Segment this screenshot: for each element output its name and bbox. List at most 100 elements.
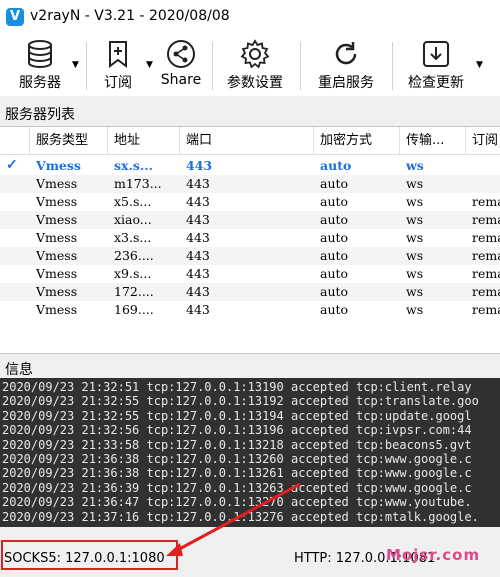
server-cell-type: Vmess	[36, 212, 78, 227]
server-cell-type: Vmess	[36, 230, 78, 245]
server-cell-address: x5.s...	[114, 194, 152, 209]
column-header-subscription[interactable]: 订阅	[466, 127, 500, 154]
server-cell-security: auto	[320, 230, 349, 245]
log-line: 2020/09/23 21:32:55 tcp:127.0.0.1:13192 …	[2, 394, 479, 409]
share-button[interactable]: Share	[156, 34, 206, 96]
server-cell-sub: rema	[472, 194, 500, 209]
server-row[interactable]: Vmess x9.s... 443 auto ws rema	[0, 265, 500, 283]
download-icon	[423, 41, 449, 67]
column-header-type[interactable]: 服务类型	[30, 127, 108, 154]
server-cell-network: ws	[406, 230, 424, 245]
server-cell-network: ws	[406, 158, 424, 173]
log-line: 2020/09/23 21:37:16 tcp:127.0.0.1:13276 …	[2, 509, 479, 524]
server-cell-address: x9.s...	[114, 266, 152, 281]
server-cell-security: auto	[320, 248, 349, 263]
server-cell-network: ws	[406, 266, 424, 281]
subscribe-button[interactable]: 订阅 ▼	[92, 34, 153, 96]
server-cell-sub: rema	[472, 284, 500, 299]
highlight-box	[1, 540, 178, 570]
server-cell-network: ws	[406, 194, 424, 209]
app-logo-icon: V	[6, 8, 24, 26]
log-panel[interactable]: 2020/09/23 21:32:51 tcp:127.0.0.1:13190 …	[0, 378, 500, 527]
server-row[interactable]: Vmess 172.... 443 auto ws rema	[0, 283, 500, 301]
server-cell-port: 443	[186, 212, 210, 227]
server-cell-sub: rema	[472, 230, 500, 245]
server-cell-network: ws	[406, 284, 424, 299]
server-list[interactable]: 服务类型 地址 端口 加密方式 传输... 订阅 ✓ Vmess sx.s... 44…	[0, 126, 500, 354]
restart-service-label: 重启服务	[318, 75, 374, 91]
server-cell-port: 443	[186, 176, 210, 191]
log-line: 2020/09/23 21:36:39 tcp:127.0.0.1:13263 …	[2, 480, 472, 495]
server-cell-sub: rema	[472, 248, 500, 263]
log-line: 2020/09/23 21:36:47 tcp:127.0.0.1:13270 …	[2, 495, 472, 510]
server-cell-port: 443	[186, 158, 213, 173]
column-header-check[interactable]	[0, 127, 30, 154]
refresh-icon	[335, 42, 357, 65]
column-header-port[interactable]: 端口	[180, 127, 314, 154]
log-line: 2020/09/23 21:32:56 tcp:127.0.0.1:13196 …	[2, 423, 472, 438]
server-cell-type: Vmess	[36, 248, 78, 263]
server-cell-security: auto	[320, 176, 349, 191]
info-label: 信息	[5, 362, 33, 378]
server-cell-port: 443	[186, 266, 210, 281]
server-cell-sub: rema	[472, 212, 500, 227]
server-cell-network: ws	[406, 302, 424, 317]
server-cell-network: ws	[406, 248, 424, 263]
server-cell-port: 443	[186, 230, 210, 245]
database-icon	[28, 40, 52, 69]
server-cell-sub: rema	[472, 266, 500, 281]
server-cell-security: auto	[320, 158, 352, 173]
server-row[interactable]: Vmess x5.s... 443 auto ws rema	[0, 193, 500, 211]
chevron-down-icon: ▼	[72, 60, 79, 70]
share-icon	[167, 40, 195, 68]
server-cell-address: 172....	[114, 284, 154, 299]
check-update-button[interactable]: 检查更新 ▼	[400, 34, 483, 96]
server-cell-type: Vmess	[36, 284, 78, 299]
server-cell-address: 236....	[114, 248, 154, 263]
server-cell-network: ws	[406, 176, 424, 191]
server-cell-address: m173...	[114, 176, 162, 191]
toolbar-separator	[300, 42, 301, 90]
column-header-address[interactable]: 地址	[108, 127, 180, 154]
settings-button[interactable]: 参数设置	[220, 34, 290, 96]
server-cell-port: 443	[186, 194, 210, 209]
column-header-security[interactable]: 加密方式	[314, 127, 400, 154]
log-line: 2020/09/23 21:36:38 tcp:127.0.0.1:13261 …	[2, 466, 472, 481]
check-update-label: 检查更新	[408, 75, 464, 91]
log-line: 2020/09/23 21:36:38 tcp:127.0.0.1:13260 …	[2, 452, 472, 466]
server-row[interactable]: Vmess x3.s... 443 auto ws rema	[0, 229, 500, 247]
server-cell-sub: rema	[472, 302, 500, 317]
share-label: Share	[160, 72, 202, 88]
active-check-icon: ✓	[6, 157, 18, 173]
servers-label: 服务器	[19, 75, 61, 91]
log-line: 2020/09/23 21:32:55 tcp:127.0.0.1:13194 …	[2, 408, 472, 423]
column-header-network[interactable]: 传输...	[400, 127, 466, 154]
server-list-header: 服务类型 地址 端口 加密方式 传输... 订阅	[0, 127, 500, 155]
server-list-label: 服务器列表	[5, 107, 75, 123]
toolbar-separator	[86, 42, 87, 90]
server-cell-address: 169....	[114, 302, 154, 317]
server-row[interactable]: Vmess xiao... 443 auto ws rema	[0, 211, 500, 229]
server-row[interactable]: ✓ Vmess sx.s... 443 auto ws	[0, 157, 500, 175]
servers-button[interactable]: 服务器 ▼	[4, 34, 79, 96]
server-cell-address: xiao...	[114, 212, 152, 227]
server-cell-security: auto	[320, 194, 349, 209]
server-cell-security: auto	[320, 266, 349, 281]
server-row[interactable]: Vmess 236.... 443 auto ws rema	[0, 247, 500, 265]
server-row[interactable]: Vmess m173... 443 auto ws	[0, 175, 500, 193]
server-cell-port: 443	[186, 284, 210, 299]
server-cell-type: Vmess	[36, 176, 78, 191]
subscribe-label: 订阅	[104, 75, 132, 91]
settings-label: 参数设置	[227, 75, 283, 91]
toolbar-separator	[392, 42, 393, 90]
chevron-down-icon: ▼	[146, 60, 153, 70]
title-bar: V v2rayN - V3.21 - 2020/08/08	[0, 0, 500, 34]
server-cell-security: auto	[320, 302, 349, 317]
restart-service-button[interactable]: 重启服务	[308, 34, 384, 96]
toolbar-separator	[212, 42, 213, 90]
server-row[interactable]: Vmess 169.... 443 auto ws rema	[0, 301, 500, 319]
toolbar: 服务器 ▼ 订阅 ▼ Share 参数设置 重启服务 检查更新 ▼	[0, 34, 500, 96]
server-cell-port: 443	[186, 248, 210, 263]
bookmark-icon	[109, 41, 127, 68]
server-cell-security: auto	[320, 284, 349, 299]
